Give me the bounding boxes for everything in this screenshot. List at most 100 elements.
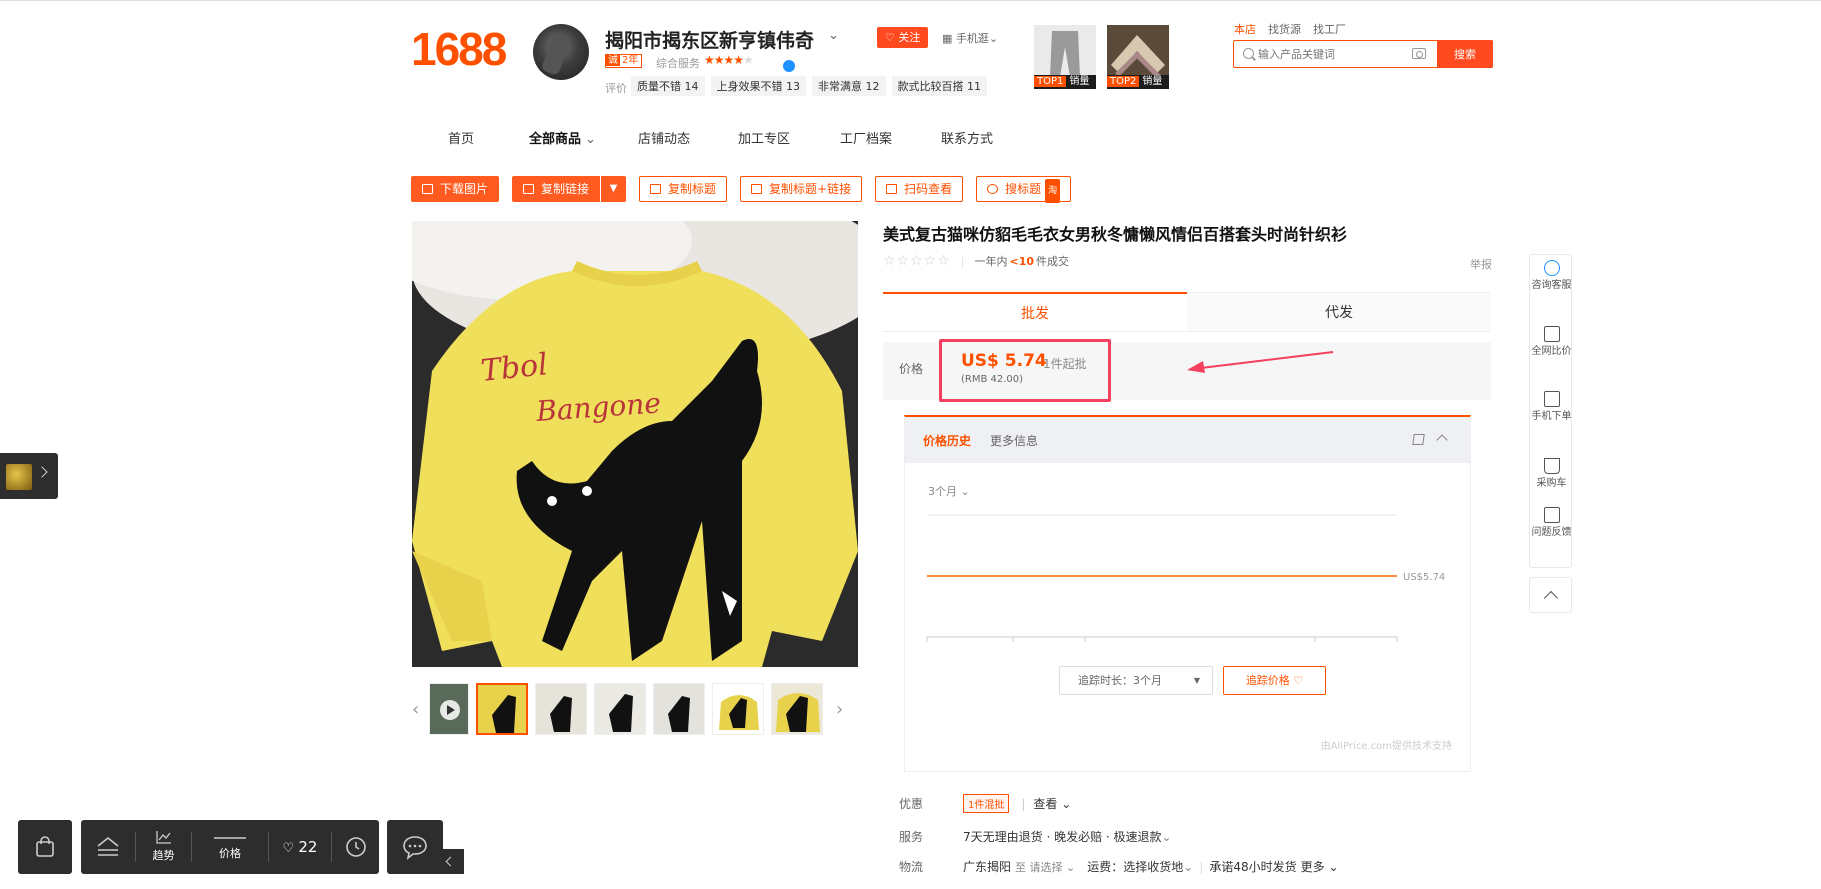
camera-icon[interactable] (1412, 48, 1426, 59)
price-button[interactable]: 价格 (192, 820, 268, 874)
chevron-down-icon[interactable]: ⌄ (1162, 830, 1172, 844)
logistics-more-link[interactable]: 更多 ⌄ (1301, 858, 1339, 875)
copy-title-button[interactable]: 复制标题 (639, 176, 728, 202)
price-tool-label: 价格 (219, 847, 241, 860)
service-row-value[interactable]: 7天无理由退货 · 晚发必赔 · 极速退款 (963, 828, 1162, 845)
chevron-left-icon[interactable]: ‹ (412, 699, 422, 720)
toolbar: 下载图片 复制链接 ▼ 复制标题 复制标题+链接 扫码查看 搜标题淘 (411, 176, 1072, 203)
promo-view-link[interactable]: 查看 ⌄ (1033, 795, 1071, 812)
back-to-top-button[interactable] (1529, 577, 1572, 613)
report-link[interactable]: 举报 (1470, 256, 1492, 272)
eval-tag[interactable]: 质量不错 14 (631, 76, 705, 96)
thumbnail-image (654, 684, 704, 734)
eval-label: 评价 (605, 82, 627, 95)
service-stars-off: ★ (743, 53, 754, 67)
left-floating-preview[interactable] (0, 453, 58, 499)
nav-contact[interactable]: 联系方式 (941, 128, 993, 147)
promo-view-label: 查看 (1033, 797, 1058, 811)
favorites-button[interactable]: ♡ 22 (269, 820, 331, 874)
trade-tabs: 批发 代发 (883, 292, 1491, 332)
tab-more-info[interactable]: 更多信息 (990, 432, 1038, 449)
chevron-down-icon[interactable]: ⌄ (828, 28, 839, 43)
allprice-credit[interactable]: 由AllPrice.com提供技术支持 (1321, 737, 1452, 752)
promo-tag: 1件混批 (963, 794, 1010, 813)
heart-icon: ♡ (885, 31, 899, 44)
chat-button[interactable] (387, 820, 443, 874)
sidebar-feedback[interactable]: 问题反馈 (1530, 507, 1573, 539)
edit-icon[interactable] (1412, 434, 1425, 445)
copy-title-link-button[interactable]: 复制标题+链接 (740, 176, 863, 202)
sales-suffix: 件成交 (1036, 255, 1070, 268)
shop-avatar[interactable] (533, 24, 589, 80)
chevron-down-icon: ⌄ (581, 132, 597, 147)
nav-shop-updates[interactable]: 店铺动态 (638, 128, 690, 147)
thumbnail-video[interactable] (429, 683, 469, 735)
rank-badge: TOP2 (1107, 76, 1140, 87)
copy-link-button[interactable]: 复制链接 (512, 176, 601, 202)
nav-factory-profile[interactable]: 工厂档案 (840, 128, 892, 147)
eval-tag[interactable]: 非常满意 12 (812, 76, 886, 96)
main-product-image[interactable]: Tbol Bangone (412, 221, 858, 667)
search-tabs: 本店 找货源 找工厂 (1234, 21, 1346, 37)
thumbnail[interactable] (535, 683, 587, 735)
history-button[interactable] (332, 820, 379, 874)
search-tab-supply[interactable]: 找货源 (1268, 21, 1301, 37)
copy-link-dropdown[interactable]: ▼ (600, 176, 627, 202)
scan-view-button[interactable]: 扫码查看 (875, 176, 964, 202)
download-images-button[interactable]: 下载图片 (411, 176, 500, 202)
shop-name[interactable]: 揭阳市揭东区新亨镇伟奇 (605, 26, 814, 53)
site-logo[interactable]: 1688 (411, 22, 507, 76)
sidebar-mobile-order[interactable]: 手机下单 (1530, 391, 1573, 423)
top-product-2[interactable]: TOP2 销量 (1107, 25, 1169, 89)
tab-dropship[interactable]: 代发 (1187, 292, 1491, 331)
search-icon (1243, 48, 1254, 59)
tab-wholesale[interactable]: 批发 (883, 292, 1187, 331)
thumbnail[interactable] (476, 683, 528, 735)
sidebar-price-compare[interactable]: 全网比价 (1530, 326, 1573, 358)
thumbnail-image (536, 684, 586, 734)
search-button[interactable]: 搜索 (1437, 40, 1493, 68)
logistics-fee[interactable]: 运费：选择收货地 (1087, 858, 1183, 875)
divider: | (1199, 859, 1204, 874)
toolbox-bar: 趋势 价格 ♡ 22 (81, 820, 379, 874)
thumbnail[interactable] (712, 683, 764, 735)
nav-home[interactable]: 首页 (448, 128, 474, 147)
search-tab-factory[interactable]: 找工厂 (1313, 21, 1346, 37)
collapse-toolbox-button[interactable] (81, 820, 135, 874)
track-duration-select[interactable]: 追踪时长：3个月 ▼ (1059, 666, 1213, 695)
follow-button[interactable]: ♡ 关注 (877, 27, 929, 48)
product-title: 美式复古猫咪仿貂毛毛衣女男秋冬慵懒风情侣百搭套头时尚针织衫 (883, 225, 1348, 244)
trend-button[interactable]: 趋势 (136, 820, 191, 874)
eval-tag[interactable]: 款式比较百搭 11 (891, 76, 987, 96)
nav-processing[interactable]: 加工专区 (738, 128, 790, 147)
mobile-shop-link[interactable]: ▦ 手机逛⌄ (942, 30, 998, 46)
chevron-down-icon: ⌄ (1062, 860, 1076, 874)
logistics-to-select[interactable]: 至 请选择 ⌄ (1015, 859, 1075, 875)
top-product-2-tag: TOP2 销量 (1107, 75, 1169, 89)
chevron-down-icon[interactable]: ⌄ (1183, 860, 1193, 874)
search-title-button[interactable]: 搜标题淘 (976, 176, 1072, 203)
thumbnail[interactable] (594, 683, 646, 735)
tab-price-history[interactable]: 价格历史 (923, 432, 971, 449)
search-tab-shop[interactable]: 本店 (1234, 21, 1256, 37)
thumbnail[interactable] (653, 683, 705, 735)
top-product-1[interactable]: TOP1 销量 (1034, 25, 1096, 89)
sidebar-cart[interactable]: 采购车 (1530, 458, 1573, 490)
nav-all-products-label: 全部商品 (529, 132, 582, 147)
sidebar-customer-service[interactable]: 咨询客服 (1530, 260, 1573, 292)
collapse-bar-button[interactable] (436, 849, 464, 874)
cart-icon (1543, 458, 1560, 474)
thumbnail[interactable] (771, 683, 823, 735)
mini-thumbnail (6, 464, 32, 490)
chevron-up-icon[interactable] (1436, 434, 1448, 446)
track-price-button[interactable]: 追踪价格 ♡ (1223, 666, 1326, 695)
nav-all-products[interactable]: 全部商品 ⌄ (529, 128, 596, 147)
bag-button[interactable] (18, 820, 72, 874)
copy-title-link-label: 复制标题+链接 (769, 182, 852, 196)
price-label: 价格 (899, 362, 924, 376)
eval-tag[interactable]: 上身效果不错 13 (710, 76, 806, 96)
eject-icon (97, 836, 119, 856)
chevron-right-icon[interactable]: › (836, 699, 846, 720)
range-select[interactable]: 3个月 ⌄ (928, 483, 970, 499)
chevron-down-icon: ⌄ (1057, 797, 1072, 811)
